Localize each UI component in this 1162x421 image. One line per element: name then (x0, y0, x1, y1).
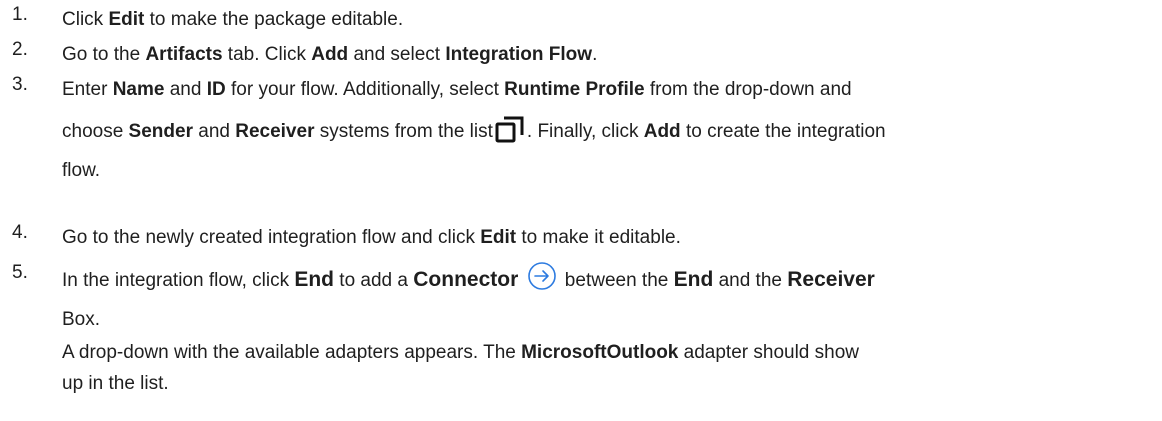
text: tab. Click (222, 44, 312, 65)
ui-term-connector: Connector (413, 268, 519, 291)
text: flow. (62, 160, 101, 181)
ui-term-end: End (294, 268, 335, 291)
ui-term-artifacts: Artifacts (145, 44, 223, 65)
step-text: Go to the newly created integration flow… (62, 222, 1148, 253)
text: to make it editable. (516, 227, 681, 248)
text: Go to the newly created integration flow… (62, 227, 481, 248)
ui-term-integration-flow: Integration Flow (445, 44, 593, 65)
ui-term-name: Name (112, 79, 165, 100)
text: to add a (334, 270, 414, 291)
text: choose (62, 121, 129, 142)
text: Box. (62, 309, 101, 330)
ui-term-add: Add (311, 44, 349, 65)
text: Go to the (62, 44, 146, 65)
line: Enter Name and ID for your flow. Additio… (62, 74, 1148, 105)
ui-term-end: End (673, 268, 714, 291)
text: and (164, 79, 207, 100)
step-number: 4. (12, 222, 28, 243)
step-number: 3. (12, 74, 28, 95)
arrow-circle-icon (526, 262, 558, 304)
text: systems from the list (314, 121, 493, 142)
text: for your flow. Additionally, select (225, 79, 505, 100)
line: choose Sender and Receiver systems from … (62, 115, 1148, 155)
ui-term-edit: Edit (480, 227, 517, 248)
step-number: 5. (12, 262, 28, 283)
step-number: 1. (12, 4, 28, 25)
ui-term-edit: Edit (108, 9, 145, 30)
step-text: Click Edit to make the package editable. (62, 4, 1148, 35)
line: up in the list. (62, 368, 1148, 399)
instructions-list: 1. Click Edit to make the package editab… (0, 0, 1162, 421)
line: In the integration flow, click End to ad… (62, 262, 1148, 304)
line: flow. (62, 155, 1148, 186)
ui-term-receiver: Receiver (787, 268, 875, 291)
text: adapter should show (678, 342, 860, 363)
line: Box. (62, 304, 1148, 335)
text: and the (713, 270, 788, 291)
text: Click (62, 9, 109, 30)
text: In the integration flow, click (62, 270, 295, 291)
step-text: Enter Name and ID for your flow. Additio… (62, 74, 1148, 186)
ui-term-microsoftoutlook: MicrosoftOutlook (521, 342, 679, 363)
ui-term-id: ID (206, 79, 226, 100)
step-number: 2. (12, 39, 28, 60)
ui-term-receiver: Receiver (235, 121, 315, 142)
text: A drop-down with the available adapters … (62, 342, 522, 363)
text: and (192, 121, 236, 142)
text: to create the integration (680, 121, 886, 142)
copy-list-icon (495, 115, 525, 155)
text: and select (348, 44, 446, 65)
step-text: In the integration flow, click End to ad… (62, 262, 1148, 399)
text: . (592, 44, 598, 65)
text: to make the package editable. (144, 9, 404, 30)
ui-term-add: Add (643, 121, 681, 142)
line: A drop-down with the available adapters … (62, 337, 1148, 368)
text: Enter (62, 79, 113, 100)
step-text: Go to the Artifacts tab. Click Add and s… (62, 39, 1148, 70)
text: . Finally, click (526, 121, 644, 142)
text: from the drop-down and (644, 79, 852, 100)
ui-term-runtime-profile: Runtime Profile (504, 79, 645, 100)
text: between the (559, 270, 674, 291)
text: up in the list. (62, 373, 169, 394)
ui-term-sender: Sender (128, 121, 193, 142)
